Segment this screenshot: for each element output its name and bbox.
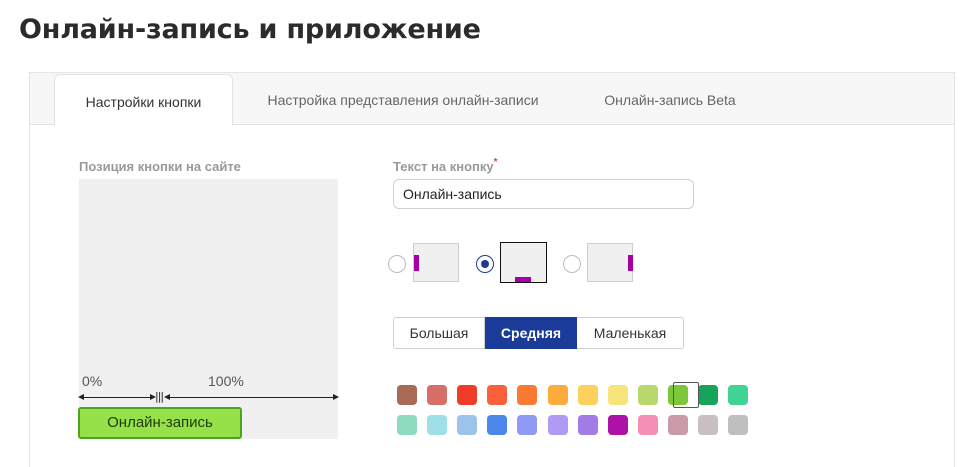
color-swatch[interactable]	[578, 385, 598, 405]
placement-right-mark	[628, 255, 633, 271]
placement-right-preview[interactable]	[587, 243, 633, 282]
placement-left-radio[interactable]	[388, 255, 406, 273]
color-swatch[interactable]	[728, 385, 748, 405]
placement-left-mark	[414, 255, 419, 271]
size-medium-button[interactable]: Средняя	[485, 317, 577, 349]
color-swatch[interactable]	[548, 385, 568, 405]
button-text-input[interactable]	[393, 179, 694, 209]
position-right-percent: 100%	[208, 373, 244, 389]
color-swatch[interactable]	[457, 385, 477, 405]
color-swatch[interactable]	[427, 415, 447, 435]
left-arrow-line	[80, 397, 152, 398]
color-swatch[interactable]	[578, 415, 598, 435]
color-swatch[interactable]	[397, 415, 417, 435]
color-swatch[interactable]	[517, 385, 537, 405]
tab-booking-view[interactable]: Настройка представления онлайн-записи	[243, 73, 563, 125]
color-swatch[interactable]	[638, 385, 658, 405]
placement-bottom-radio[interactable]	[476, 255, 494, 273]
color-swatch[interactable]	[608, 415, 628, 435]
color-swatch[interactable]	[427, 385, 447, 405]
position-left-percent: 0%	[82, 373, 103, 389]
tab-booking-beta[interactable]: Онлайн-запись Beta	[590, 73, 750, 125]
page-title: Онлайн-запись и приложение	[19, 14, 481, 45]
position-label: Позиция кнопки на сайте	[79, 159, 241, 174]
left-arrow-head	[78, 394, 84, 400]
color-swatch[interactable]	[698, 415, 718, 435]
color-swatch[interactable]	[698, 385, 718, 405]
selected-color-frame	[673, 382, 699, 408]
size-small-button[interactable]: Маленькая	[577, 317, 684, 349]
color-swatch[interactable]	[517, 415, 537, 435]
color-swatch[interactable]	[728, 415, 748, 435]
color-swatch[interactable]	[487, 415, 507, 435]
preview-booking-button: Онлайн-запись	[78, 407, 242, 439]
color-swatch[interactable]	[397, 385, 417, 405]
color-swatch[interactable]	[457, 415, 477, 435]
color-swatch[interactable]	[548, 415, 568, 435]
button-text-label: Текст на кнопку*	[393, 157, 498, 174]
placement-right-radio[interactable]	[563, 255, 581, 273]
right-arrow-line	[168, 397, 334, 398]
position-drag-handle[interactable]: |||	[155, 390, 164, 403]
tab-button-settings[interactable]: Настройки кнопки	[54, 74, 233, 126]
placement-bottom-preview[interactable]	[500, 242, 547, 283]
required-mark: *	[493, 157, 498, 168]
position-preview	[79, 179, 338, 439]
right-arrow-head	[333, 394, 339, 400]
button-text-label-text: Текст на кнопку	[393, 159, 494, 174]
placement-bottom-mark	[515, 277, 531, 282]
color-swatch[interactable]	[487, 385, 507, 405]
tab-bar: Настройки кнопки Настройка представления…	[30, 73, 954, 126]
color-swatch[interactable]	[608, 385, 628, 405]
color-swatch[interactable]	[668, 415, 688, 435]
size-large-button[interactable]: Большая	[393, 317, 485, 349]
color-swatch[interactable]	[638, 415, 658, 435]
placement-left-preview[interactable]	[413, 243, 459, 282]
